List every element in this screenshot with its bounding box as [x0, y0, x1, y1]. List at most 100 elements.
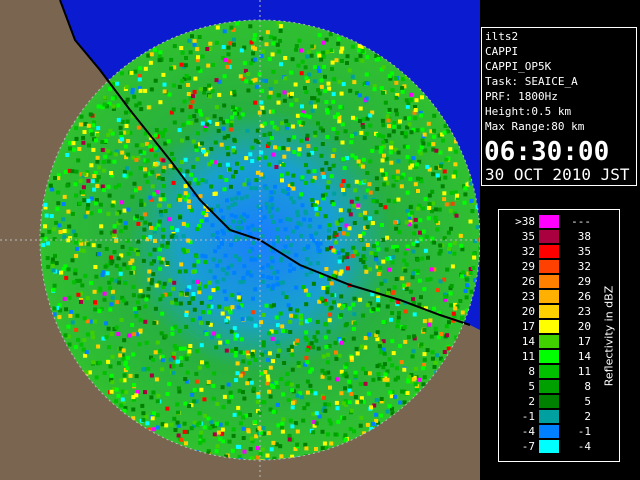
echo-cell	[383, 372, 388, 377]
echo-cell	[146, 366, 151, 371]
echo-cell	[161, 169, 166, 174]
echo-cell	[350, 44, 355, 49]
echo-cell	[326, 81, 331, 86]
echo-cell	[355, 400, 360, 405]
echo-cell	[270, 120, 275, 125]
echo-cell	[229, 123, 234, 128]
echo-cell	[171, 370, 176, 375]
echo-cell	[138, 66, 143, 71]
echo-cell	[413, 366, 418, 371]
echo-cell	[472, 255, 477, 260]
echo-cell	[281, 146, 286, 150]
echo-cell	[287, 433, 292, 438]
echo-cell	[275, 276, 280, 281]
echo-cell	[306, 152, 311, 157]
echo-cell	[185, 291, 189, 296]
echo-cell	[464, 295, 469, 300]
echo-cell	[202, 397, 207, 402]
echo-cell	[331, 202, 336, 207]
echo-cell	[396, 159, 401, 164]
echo-cell	[451, 174, 456, 179]
echo-cell	[154, 377, 159, 382]
echo-cell	[76, 292, 81, 297]
echo-cell	[312, 79, 317, 84]
echo-cell	[210, 223, 215, 228]
echo-cell	[192, 39, 197, 44]
echo-cell	[247, 361, 252, 365]
echo-cell	[138, 328, 143, 333]
legend-row: 14 17	[499, 335, 619, 348]
echo-cell	[375, 187, 380, 191]
legend-color-swatch	[539, 245, 559, 258]
echo-cell	[191, 139, 196, 144]
echo-cell	[323, 322, 328, 326]
echo-cell	[333, 432, 338, 437]
echo-cell	[137, 73, 142, 78]
echo-cell	[411, 271, 416, 276]
echo-cell	[185, 136, 190, 141]
echo-cell	[296, 152, 301, 157]
echo-cell	[172, 351, 177, 356]
echo-cell	[394, 226, 399, 231]
echo-cell	[400, 276, 405, 281]
echo-cell	[214, 345, 219, 350]
echo-cell	[220, 267, 225, 272]
echo-cell	[365, 243, 370, 247]
echo-cell	[252, 227, 257, 232]
echo-cell	[394, 108, 399, 113]
echo-cell	[100, 273, 105, 278]
echo-cell	[172, 280, 177, 285]
echo-cell	[315, 330, 320, 335]
echo-cell	[288, 319, 293, 324]
echo-cell	[423, 197, 428, 202]
echo-cell	[50, 187, 55, 192]
legend-upper-bound: 8	[584, 380, 591, 393]
echo-cell	[371, 377, 376, 382]
echo-cell	[119, 318, 124, 322]
echo-cell	[287, 437, 292, 442]
echo-cell	[77, 201, 82, 206]
echo-cell	[122, 373, 127, 378]
echo-cell	[246, 72, 251, 76]
echo-cell	[171, 180, 176, 185]
echo-cell	[218, 422, 223, 427]
echo-cell	[142, 227, 147, 232]
echo-cell	[271, 409, 276, 414]
echo-cell	[142, 212, 147, 217]
echo-cell	[191, 269, 195, 274]
echo-cell	[406, 379, 411, 384]
echo-cell	[279, 377, 284, 382]
echo-cell	[432, 128, 436, 133]
echo-cell	[245, 214, 250, 219]
echo-cell	[442, 277, 447, 282]
echo-cell	[329, 281, 334, 286]
echo-cell	[222, 394, 227, 399]
scan-time: 06:30:00	[484, 137, 610, 167]
echo-cell	[358, 297, 363, 302]
echo-cell	[450, 201, 455, 206]
echo-cell	[207, 310, 212, 315]
echo-cell	[80, 283, 85, 288]
echo-cell	[301, 121, 306, 126]
echo-cell	[375, 337, 380, 342]
echo-cell	[115, 81, 120, 86]
echo-cell	[274, 126, 279, 131]
echo-cell	[81, 248, 86, 253]
echo-cell	[301, 418, 306, 423]
echo-cell	[372, 87, 377, 92]
echo-cell	[396, 319, 401, 324]
echo-cell	[300, 175, 305, 180]
echo-cell	[194, 148, 199, 152]
echo-cell	[116, 256, 121, 261]
echo-cell	[275, 235, 280, 240]
echo-cell	[102, 371, 107, 375]
legend-row: 35 38	[499, 230, 619, 243]
echo-cell	[188, 50, 193, 55]
echo-cell	[149, 52, 154, 57]
echo-cell	[118, 267, 123, 272]
echo-cell	[403, 309, 408, 314]
echo-cell	[298, 321, 303, 326]
echo-cell	[326, 180, 331, 185]
echo-cell	[374, 257, 379, 262]
echo-cell	[334, 220, 339, 225]
